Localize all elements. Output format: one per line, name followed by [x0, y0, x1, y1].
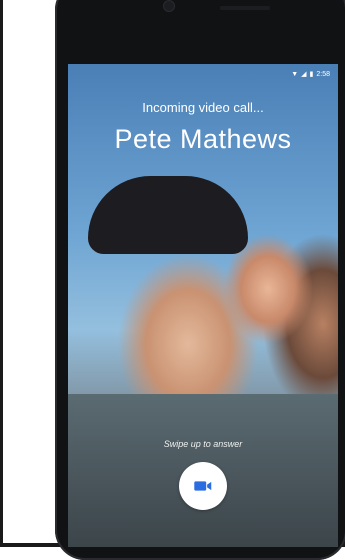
battery-icon: ▮	[309, 70, 314, 78]
earpiece-speaker	[220, 6, 270, 10]
video-camera-icon	[194, 481, 212, 491]
status-bar: ▼ ◢ ▮ 2:58	[68, 64, 338, 84]
incoming-call-label: Incoming video call...	[142, 100, 264, 115]
caller-name: Pete Mathews	[114, 124, 292, 154]
frame-border-left	[0, 0, 3, 547]
front-camera-icon	[164, 1, 174, 11]
background-photo-hat	[88, 176, 248, 254]
signal-icon: ◢	[301, 70, 307, 78]
swipe-hint: Swipe up to answer	[163, 439, 243, 449]
answer-video-call-button[interactable]	[179, 462, 227, 510]
incoming-call-screen: ▼ ◢ ▮ 2:58 Incoming video call... Pete M…	[68, 64, 338, 547]
wifi-icon: ▼	[291, 70, 299, 78]
status-time: 2:58	[316, 70, 330, 78]
